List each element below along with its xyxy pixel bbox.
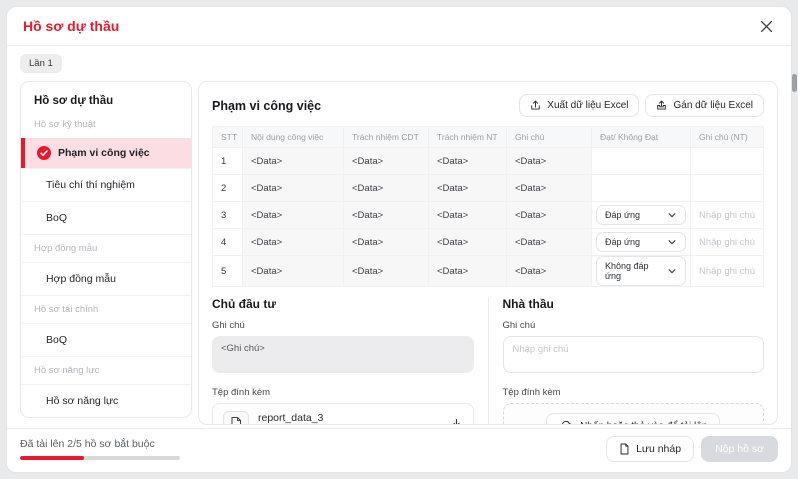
sidebar-item-tieu-chi-thi-nghiem[interactable]: Tiêu chí thí nghiệm bbox=[21, 168, 191, 201]
sidebar-item-pham-vi-cong-viec[interactable]: Phạm vi công việc bbox=[21, 138, 191, 168]
sidebar-item-label: Phạm vi công việc bbox=[58, 147, 150, 159]
upload-progress: Đã tải lên 2/5 hồ sơ bắt buộc bbox=[20, 438, 180, 460]
progress-bar bbox=[20, 456, 180, 460]
draft-document-icon bbox=[619, 443, 630, 455]
note-input[interactable] bbox=[695, 237, 759, 248]
modal-footer: Đã tải lên 2/5 hồ sơ bắt buộc Lưu nháp N… bbox=[7, 428, 791, 472]
contractor-section: Nhà thầu Ghi chú Tệp đính kèm Nhấn hoặc … bbox=[489, 297, 765, 425]
note-input[interactable] bbox=[695, 210, 759, 221]
bid-dossier-modal: Hồ sơ dự thầu Lần 1 Hồ sơ dự thầu Hồ sơ … bbox=[6, 6, 792, 473]
modal-header: Hồ sơ dự thầu bbox=[7, 7, 791, 46]
save-draft-button[interactable]: Lưu nháp bbox=[606, 436, 694, 462]
progress-fill bbox=[20, 456, 84, 460]
table-row: 1 <Data> <Data> <Data> <Data> bbox=[213, 148, 764, 175]
download-icon[interactable] bbox=[450, 418, 463, 426]
sidebar-title: Hồ sơ dự thầu bbox=[21, 82, 191, 111]
status-select[interactable]: Đáp ứng bbox=[596, 205, 686, 225]
chevron-down-icon bbox=[667, 237, 677, 247]
table-row: 4 <Data> <Data> <Data> <Data> Đáp ứng bbox=[213, 229, 764, 256]
table-row: 2 <Data> <Data> <Data> <Data> bbox=[213, 175, 764, 202]
modal-title: Hồ sơ dự thầu bbox=[23, 18, 119, 34]
contractor-attachment-label: Tệp đính kèm bbox=[503, 387, 765, 398]
export-icon bbox=[530, 100, 541, 111]
attachment-file-card: XLS report_data_3 50 KB bbox=[212, 403, 474, 425]
progress-text: Đã tải lên 2/5 hồ sơ bắt buộc bbox=[20, 438, 180, 450]
note-input[interactable] bbox=[695, 266, 759, 277]
check-circle-icon bbox=[31, 146, 51, 160]
sidebar-group-capacity: Hồ sơ năng lực bbox=[21, 356, 191, 384]
scope-of-work-panel: Phạm vi công việc Xuất dữ liệu Excel Gán… bbox=[198, 81, 778, 425]
contractor-note-label: Ghi chú bbox=[503, 320, 765, 331]
sidebar-item-ho-so-nang-luc[interactable]: Hồ sơ năng lực bbox=[21, 384, 191, 417]
close-icon[interactable] bbox=[757, 17, 775, 35]
table-row: 5 <Data> <Data> <Data> <Data> Không đáp … bbox=[213, 256, 764, 287]
modal-body: Hồ sơ dự thầu Hồ sơ kỹ thuật Phạm vi côn… bbox=[7, 81, 791, 425]
import-icon bbox=[656, 100, 667, 111]
sidebar-group-contract: Hợp đồng mẫu bbox=[21, 234, 191, 262]
upload-dropzone[interactable]: Nhấn hoặc thả vào để tải lên bbox=[503, 403, 765, 425]
contractor-note-input[interactable] bbox=[503, 336, 765, 373]
status-select[interactable]: Không đáp ứng bbox=[596, 256, 686, 286]
round-selector: Lần 1 bbox=[7, 46, 791, 73]
upload-button[interactable]: Nhấn hoặc thả vào để tải lên bbox=[546, 413, 720, 425]
investor-section: Chủ đầu tư Ghi chú <Ghi chú> Tệp đính kè… bbox=[212, 297, 489, 425]
sidebar-item-hop-dong-mau[interactable]: Hợp đồng mẫu bbox=[21, 262, 191, 295]
investor-title: Chủ đầu tư bbox=[212, 297, 474, 311]
status-select[interactable]: Đáp ứng bbox=[596, 232, 686, 252]
chevron-down-icon bbox=[667, 266, 677, 276]
table-row: 3 <Data> <Data> <Data> <Data> Đáp ứng bbox=[213, 202, 764, 229]
investor-note-field: <Ghi chú> bbox=[212, 336, 474, 373]
vertical-scrollbar[interactable] bbox=[792, 74, 797, 92]
round-chip[interactable]: Lần 1 bbox=[20, 54, 62, 73]
sidebar-item-boq-financial[interactable]: BoQ bbox=[21, 323, 191, 356]
scope-table: STT Nội dung công việc Trách nhiệm CDT T… bbox=[212, 126, 764, 287]
xls-file-icon: XLS bbox=[223, 411, 249, 425]
export-excel-button[interactable]: Xuất dữ liệu Excel bbox=[519, 94, 639, 117]
submit-button[interactable]: Nộp hồ sơ bbox=[701, 436, 778, 462]
investor-attachment-label: Tệp đính kèm bbox=[212, 387, 474, 398]
dossier-sidebar: Hồ sơ dự thầu Hồ sơ kỹ thuật Phạm vi côn… bbox=[20, 81, 192, 418]
table-header-row: STT Nội dung công việc Trách nhiệm CDT T… bbox=[213, 127, 764, 148]
sidebar-group-financial: Hồ sơ tài chính bbox=[21, 295, 191, 323]
sidebar-group-technical: Hồ sơ kỹ thuật bbox=[21, 111, 191, 138]
investor-note-label: Ghi chú bbox=[212, 320, 474, 331]
contractor-title: Nhà thầu bbox=[503, 297, 765, 311]
cloud-upload-icon bbox=[559, 420, 573, 425]
import-excel-button[interactable]: Gán dữ liệu Excel bbox=[645, 94, 764, 117]
file-name: report_data_3 bbox=[258, 412, 441, 424]
sidebar-item-boq-technical[interactable]: BoQ bbox=[21, 201, 191, 234]
section-title: Phạm vi công việc bbox=[212, 99, 321, 113]
chevron-down-icon bbox=[667, 210, 677, 220]
